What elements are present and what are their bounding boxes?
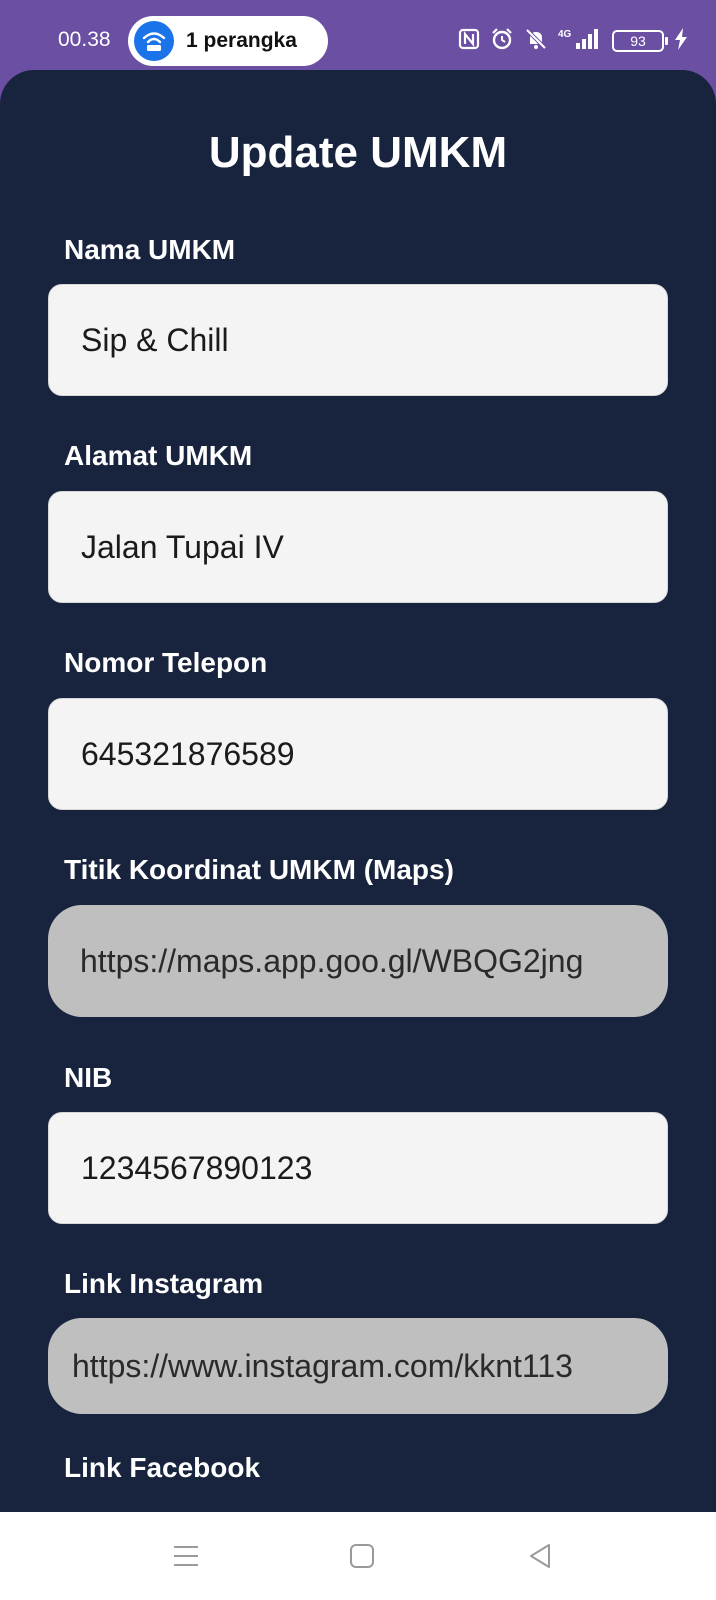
input-alamat-umkm[interactable] [48,491,668,603]
page-title: Update UMKM [208,128,508,177]
update-form-card: Update UMKM Nama UMKM Alamat UMKM Nomor … [0,70,716,1512]
hotspot-pill[interactable]: 1 perangka [128,16,328,66]
back-triangle-icon[interactable] [516,1532,564,1580]
label-nomor-telepon: Nomor Telepon [64,647,268,678]
input-nib[interactable] [48,1112,668,1224]
menu-icon[interactable] [162,1532,210,1580]
input-nomor-telepon[interactable] [48,698,668,810]
label-nama-umkm: Nama UMKM [64,234,236,265]
label-link-instagram: Link Instagram [64,1268,264,1299]
status-bar: 00.38 1 perangka 4G 93 [0,0,716,74]
home-square-icon[interactable] [338,1532,386,1580]
network-type: 4G [558,29,572,40]
label-link-facebook: Link Facebook [64,1452,261,1483]
label-alamat-umkm: Alamat UMKM [64,440,253,471]
label-titik-koordinat: Titik Koordinat UMKM (Maps) [64,854,454,885]
hotspot-label: 1 perangka [186,29,297,52]
lightning-icon [674,27,688,55]
status-icons: 4G 93 [458,26,688,56]
input-titik-koordinat[interactable] [48,905,668,1017]
label-nib: NIB [64,1062,113,1093]
wifi-hotspot-icon [134,21,174,61]
input-nama-umkm[interactable] [48,284,668,396]
alarm-icon [490,27,514,56]
input-link-instagram[interactable] [48,1318,668,1414]
navigation-bar [0,1512,716,1600]
nfc-icon [458,28,480,55]
status-time: 00.38 [58,28,111,51]
bell-off-icon [524,27,548,56]
signal-icon: 4G [558,27,602,56]
battery-level: 93 [612,30,668,52]
